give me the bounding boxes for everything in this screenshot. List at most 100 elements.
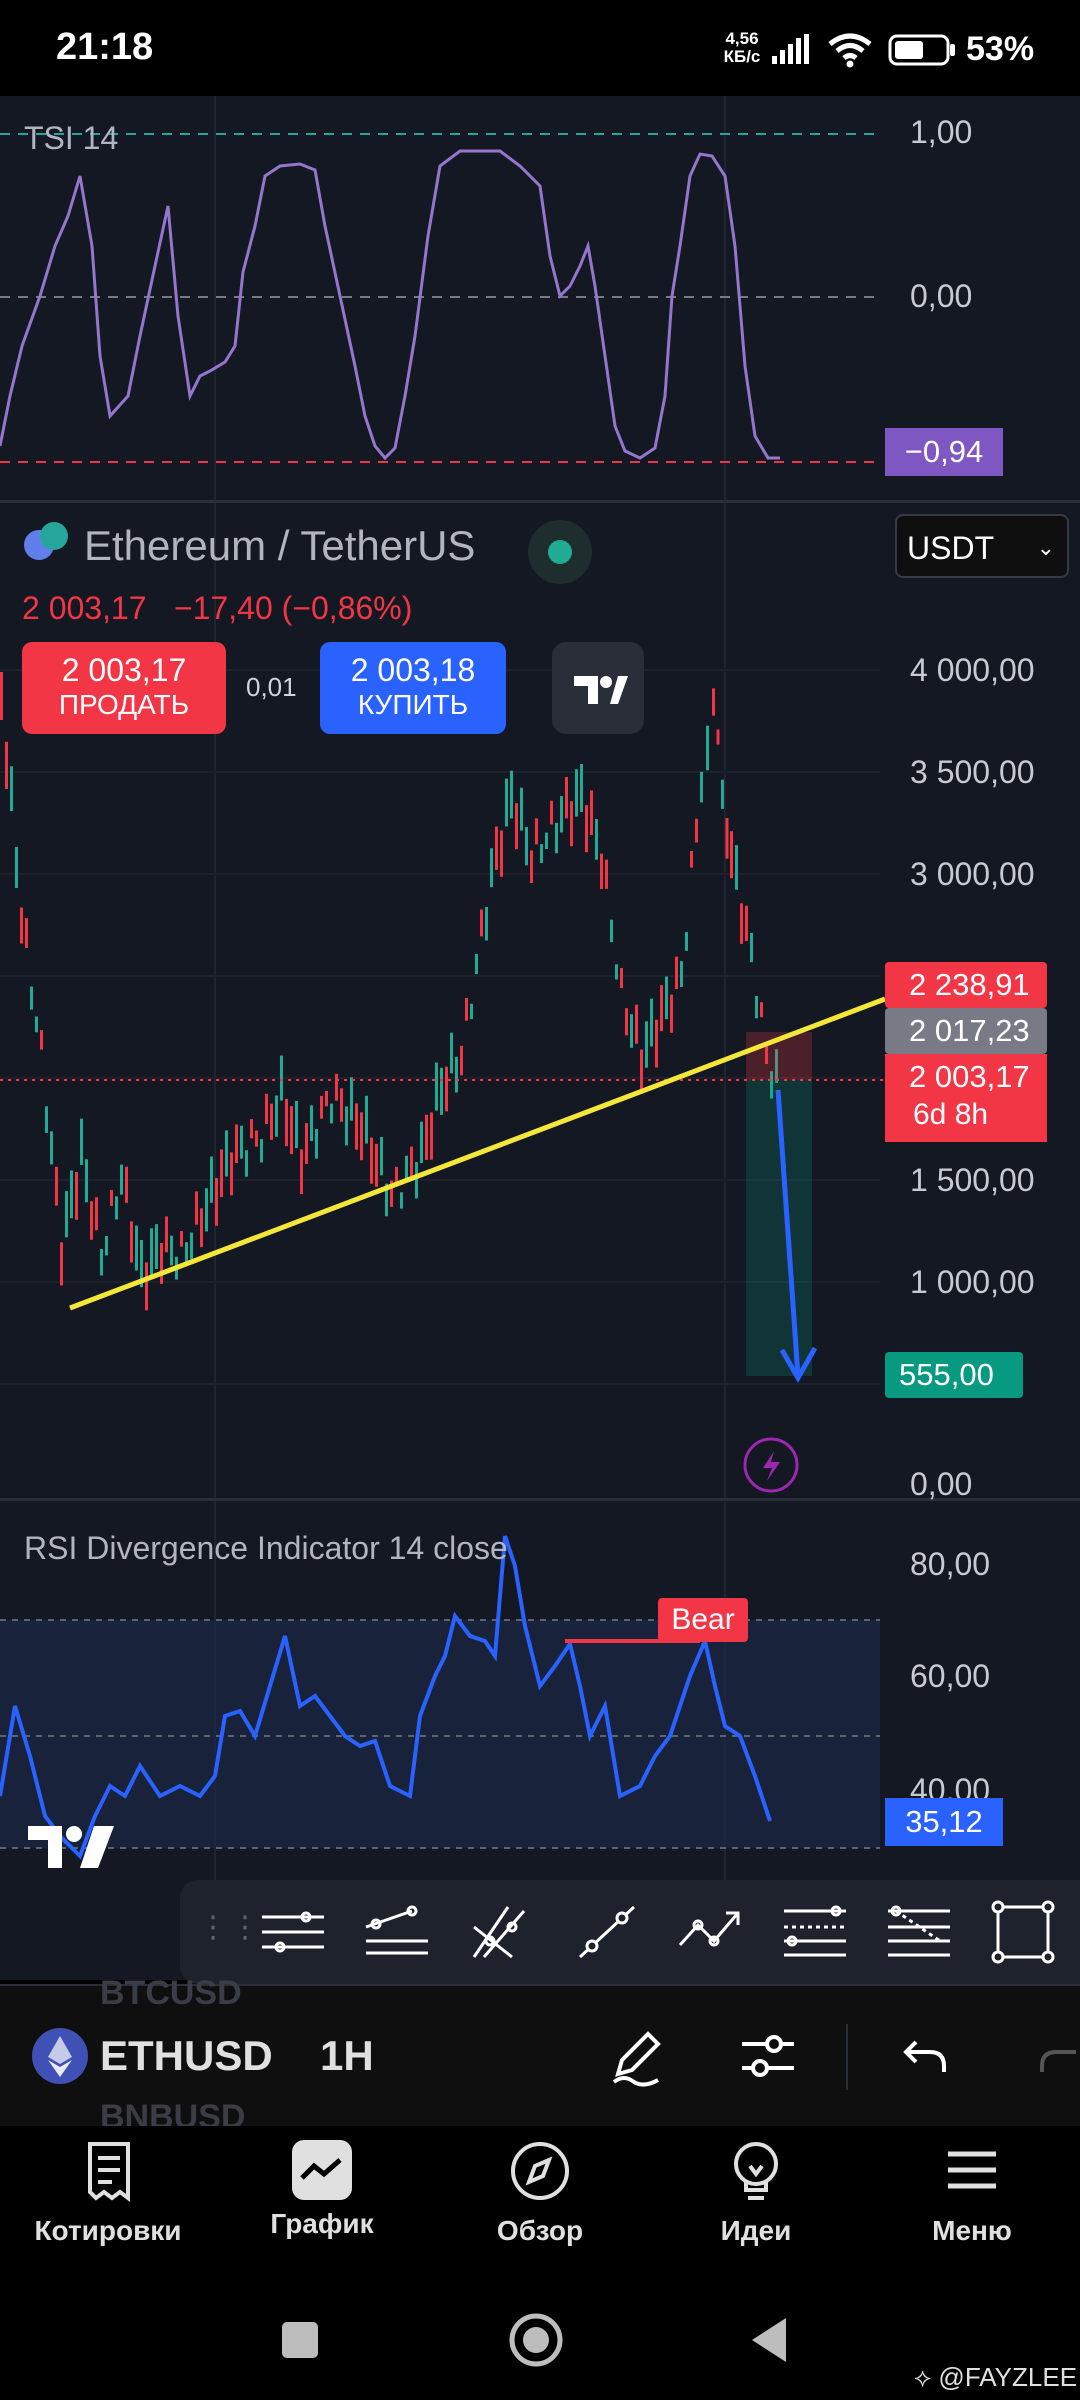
candle <box>760 1002 763 1018</box>
pencil-icon[interactable] <box>604 2024 668 2088</box>
battery-percent: 53% <box>966 30 1035 68</box>
interval-button[interactable]: 1H <box>320 2032 374 2080</box>
net-speed: 4,56 КБ/с <box>720 30 764 66</box>
candle <box>110 1190 113 1207</box>
candle <box>712 688 715 716</box>
candle <box>185 1242 188 1262</box>
candle <box>130 1221 133 1263</box>
price-axis-3000: 3 000,00 <box>910 856 1035 892</box>
trend-lines-tool-icon[interactable] <box>362 1897 432 1967</box>
drag-handle-icon[interactable]: ⋮⋮ <box>198 1910 262 1945</box>
candle <box>55 1166 58 1206</box>
candle <box>265 1093 268 1124</box>
candle <box>365 1095 368 1144</box>
candle <box>290 1106 293 1155</box>
prev-symbol[interactable]: BTCUSD <box>100 1974 242 2013</box>
candle <box>625 1008 628 1036</box>
candle <box>670 994 673 1033</box>
candle <box>590 790 593 835</box>
candle <box>530 850 533 884</box>
parallel-lines-tool-icon[interactable] <box>258 1897 328 1967</box>
nav-quotes[interactable]: Котировки <box>18 2140 198 2247</box>
nav-chart[interactable]: График <box>232 2140 412 2240</box>
candle <box>35 1016 38 1033</box>
price-axis-1500: 1 500,00 <box>910 1162 1035 1198</box>
candle <box>80 1118 83 1165</box>
home-button[interactable] <box>508 2312 564 2368</box>
candle <box>650 998 653 1047</box>
candle <box>420 1121 423 1164</box>
nav-menu[interactable]: Меню <box>882 2140 1062 2247</box>
market-status[interactable] <box>528 520 592 584</box>
candle <box>725 818 729 859</box>
tradingview-watermark-icon <box>28 1826 114 1868</box>
candle <box>315 1129 318 1159</box>
last-price: 2 003,17 <box>22 590 147 626</box>
pitchfork-tool-icon[interactable] <box>468 1897 538 1967</box>
back-button[interactable] <box>748 2316 788 2364</box>
candle <box>695 818 698 843</box>
candle <box>40 1030 43 1050</box>
candle <box>270 1103 273 1140</box>
candle <box>575 769 578 817</box>
candle <box>740 903 743 944</box>
path-tool-icon[interactable] <box>676 1897 746 1967</box>
sell-button[interactable]: 2 003,17 ПРОДАТЬ <box>22 642 226 734</box>
candle <box>245 1150 248 1177</box>
price-axis-0: 0,00 <box>910 1466 973 1502</box>
rsi-title: RSI Divergence Indicator 14 close <box>24 1530 508 1566</box>
undo-icon[interactable] <box>900 2032 952 2080</box>
candle <box>755 995 758 1019</box>
currency-select[interactable]: USDT ⌄ <box>895 514 1069 578</box>
candle <box>435 1062 438 1111</box>
candle <box>680 961 683 988</box>
net-speed-unit: КБ/с <box>723 47 761 66</box>
candle <box>120 1164 123 1195</box>
candle <box>230 1152 233 1196</box>
candle <box>535 818 538 845</box>
candle <box>455 1056 458 1093</box>
candle <box>730 831 733 879</box>
tsi-value-tag: −0,94 <box>885 428 1003 476</box>
candle <box>200 1208 203 1248</box>
symbol-title[interactable]: Ethereum / TetherUS <box>84 522 475 570</box>
candle <box>545 832 548 850</box>
tradingview-logo-icon[interactable] <box>552 642 644 734</box>
rectangle-tool-icon[interactable] <box>988 1897 1058 1967</box>
candle <box>0 672 3 720</box>
recents-button[interactable] <box>282 2322 318 2358</box>
spread-value: 0,01 <box>246 672 297 702</box>
candle <box>275 1095 278 1137</box>
wifi-icon <box>828 33 872 68</box>
current-symbol[interactable]: ETHUSD <box>100 2032 273 2080</box>
buy-button[interactable]: 2 003,18 КУПИТЬ <box>320 642 506 734</box>
candle <box>190 1232 193 1260</box>
candle <box>280 1055 283 1101</box>
candle <box>685 932 688 951</box>
candle <box>700 771 703 803</box>
redo-icon[interactable] <box>1036 2032 1080 2080</box>
net-speed-value: 4,56 <box>725 29 759 48</box>
lightning-icon <box>743 1437 799 1493</box>
fib-extension-tool-icon[interactable] <box>884 1897 954 1967</box>
settings-sliders-icon[interactable] <box>736 2026 800 2086</box>
candle <box>640 1049 643 1093</box>
fib-retracement-tool-icon[interactable] <box>780 1897 850 1967</box>
candle <box>225 1130 228 1177</box>
candle <box>355 1103 358 1150</box>
candle <box>180 1231 183 1247</box>
candle <box>30 986 33 1010</box>
line-tool-icon[interactable] <box>572 1897 642 1967</box>
price-axis-1000: 1 000,00 <box>910 1264 1035 1300</box>
nav-explore[interactable]: Обзор <box>450 2140 630 2247</box>
candle <box>555 822 558 854</box>
candle <box>721 779 724 809</box>
candle <box>415 1162 418 1199</box>
nav-chart-label: График <box>270 2208 374 2239</box>
candle <box>490 848 493 888</box>
market-open-dot <box>548 540 572 564</box>
candle <box>550 800 553 825</box>
candle <box>350 1077 353 1121</box>
nav-ideas[interactable]: Идеи <box>666 2140 846 2247</box>
candle <box>605 859 608 889</box>
